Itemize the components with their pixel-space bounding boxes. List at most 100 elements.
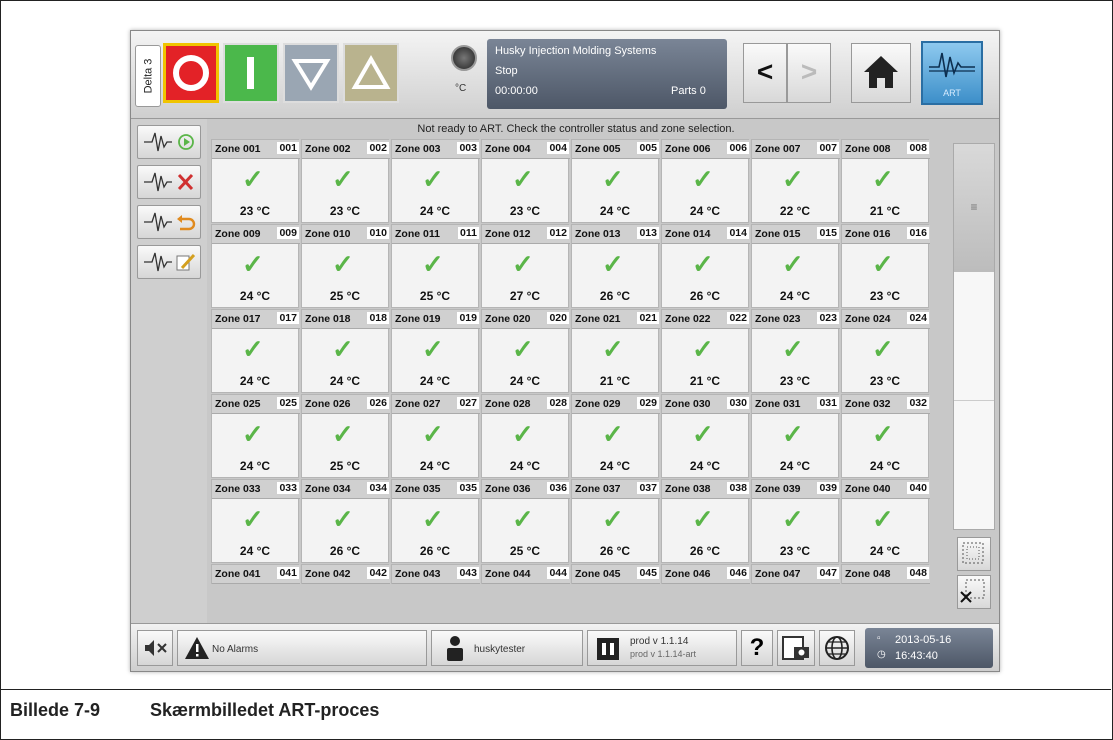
art-button[interactable]: ART <box>921 41 983 105</box>
raise-button[interactable] <box>343 43 399 103</box>
checkmark-icon: ✓ <box>872 164 894 194</box>
zone-header: Zone 024 024 <box>842 310 930 329</box>
zone-number: 014 <box>727 227 749 239</box>
zone-header: Zone 041 041 <box>212 565 300 584</box>
zone-tile[interactable]: Zone 033 033 ✓ 24 °C <box>211 479 300 563</box>
help-icon: ? <box>749 634 765 661</box>
edit-art-button[interactable] <box>137 245 201 279</box>
back-button[interactable]: < <box>743 43 787 103</box>
zone-name: Zone 021 <box>575 313 621 325</box>
zone-header: Zone 001 001 <box>212 140 300 159</box>
zone-header: Zone 009 009 <box>212 225 300 244</box>
zone-tile[interactable]: Zone 021 021 ✓ 21 °C <box>571 309 660 393</box>
zone-tile[interactable]: Zone 010 010 ✓ 25 °C <box>301 224 390 308</box>
alarms-button[interactable]: No Alarms <box>177 630 427 666</box>
user-button[interactable]: huskytester <box>431 630 583 666</box>
zone-tile[interactable]: Zone 038 038 ✓ 26 °C <box>661 479 750 563</box>
zone-tile[interactable]: Zone 046 046 <box>661 564 750 584</box>
clear-selection-button[interactable] <box>957 575 991 609</box>
undo-art-button[interactable] <box>137 205 201 239</box>
delta-tab[interactable]: Delta 3 <box>135 45 161 107</box>
forward-button[interactable]: > <box>787 43 831 103</box>
checkmark-icon: ✓ <box>872 419 894 449</box>
zone-tile[interactable]: Zone 029 029 ✓ 24 °C <box>571 394 660 478</box>
zone-tile[interactable]: Zone 035 035 ✓ 26 °C <box>391 479 480 563</box>
zone-name: Zone 036 <box>485 483 531 495</box>
zone-number: 007 <box>817 142 839 154</box>
zone-tile[interactable]: Zone 020 020 ✓ 24 °C <box>481 309 570 393</box>
zone-name: Zone 003 <box>395 143 441 155</box>
stop-button[interactable] <box>163 43 219 103</box>
zone-header: Zone 019 019 <box>392 310 480 329</box>
checkmark-icon: ✓ <box>782 164 804 194</box>
zone-tile[interactable]: Zone 039 039 ✓ 23 °C <box>751 479 840 563</box>
zone-tile[interactable]: Zone 047 047 <box>751 564 840 584</box>
checkmark-icon: ✓ <box>782 419 804 449</box>
zone-tile[interactable]: Zone 027 027 ✓ 24 °C <box>391 394 480 478</box>
zone-tile[interactable]: Zone 014 014 ✓ 26 °C <box>661 224 750 308</box>
zone-tile[interactable]: Zone 015 015 ✓ 24 °C <box>751 224 840 308</box>
help-button[interactable]: ? <box>741 630 773 666</box>
lower-button[interactable] <box>283 43 339 103</box>
zone-scrollbar[interactable]: ≡ <box>953 143 995 530</box>
zone-tile[interactable]: Zone 044 044 <box>481 564 570 584</box>
scrollbar-thumb[interactable]: ≡ <box>954 144 994 272</box>
zone-tile[interactable]: Zone 018 018 ✓ 24 °C <box>301 309 390 393</box>
zone-tile[interactable]: Zone 031 031 ✓ 24 °C <box>751 394 840 478</box>
version-button[interactable]: prod v 1.1.14 prod v 1.1.14-art <box>587 630 737 666</box>
zone-tile[interactable]: Zone 003 003 ✓ 24 °C <box>391 139 480 223</box>
zone-tile[interactable]: Zone 026 026 ✓ 25 °C <box>301 394 390 478</box>
zone-header: Zone 031 031 <box>752 395 840 414</box>
zone-tile[interactable]: Zone 042 042 <box>301 564 390 584</box>
zone-tile[interactable]: Zone 048 048 <box>841 564 930 584</box>
zone-tile[interactable]: Zone 004 004 ✓ 23 °C <box>481 139 570 223</box>
zone-tile[interactable]: Zone 005 005 ✓ 24 °C <box>571 139 660 223</box>
zone-header: Zone 002 002 <box>302 140 390 159</box>
zone-tile[interactable]: Zone 011 011 ✓ 25 °C <box>391 224 480 308</box>
zone-tile[interactable]: Zone 045 045 <box>571 564 660 584</box>
zone-tile[interactable]: Zone 006 006 ✓ 24 °C <box>661 139 750 223</box>
select-all-button[interactable] <box>957 537 991 571</box>
hmi-screen: Delta 3 °C Husky Injection Molding Syste… <box>130 30 1000 672</box>
zone-header: Zone 030 030 <box>662 395 750 414</box>
zone-tile[interactable]: Zone 024 024 ✓ 23 °C <box>841 309 930 393</box>
zone-tile[interactable]: Zone 012 012 ✓ 27 °C <box>481 224 570 308</box>
start-art-button[interactable] <box>137 125 201 159</box>
zone-tile[interactable]: Zone 016 016 ✓ 23 °C <box>841 224 930 308</box>
stop-art-button[interactable] <box>137 165 201 199</box>
zone-temperature: 25 °C <box>329 459 361 473</box>
zone-tile[interactable]: Zone 023 023 ✓ 23 °C <box>751 309 840 393</box>
zone-tile[interactable]: Zone 025 025 ✓ 24 °C <box>211 394 300 478</box>
zone-header: Zone 008 008 <box>842 140 930 159</box>
zone-tile[interactable]: Zone 022 022 ✓ 21 °C <box>661 309 750 393</box>
zone-tile[interactable]: Zone 043 043 <box>391 564 480 584</box>
zone-tile[interactable]: Zone 001 001 ✓ 23 °C <box>211 139 300 223</box>
zone-tile[interactable]: Zone 040 040 ✓ 24 °C <box>841 479 930 563</box>
zone-tile[interactable]: Zone 002 002 ✓ 23 °C <box>301 139 390 223</box>
zone-tile[interactable]: Zone 037 037 ✓ 26 °C <box>571 479 660 563</box>
zone-tile[interactable]: Zone 032 032 ✓ 24 °C <box>841 394 930 478</box>
zone-tile[interactable]: Zone 007 007 ✓ 22 °C <box>751 139 840 223</box>
zone-tile[interactable]: Zone 030 030 ✓ 24 °C <box>661 394 750 478</box>
zone-temperature: 26 °C <box>689 544 721 558</box>
globe-icon <box>825 636 849 660</box>
zone-tile[interactable]: Zone 041 041 <box>211 564 300 584</box>
zone-name: Zone 045 <box>575 568 621 580</box>
home-button[interactable] <box>851 43 911 103</box>
screenshot-button[interactable] <box>777 630 815 666</box>
zone-tile[interactable]: Zone 017 017 ✓ 24 °C <box>211 309 300 393</box>
checkmark-icon: ✓ <box>512 334 534 364</box>
zone-tile[interactable]: Zone 036 036 ✓ 25 °C <box>481 479 570 563</box>
zone-tile[interactable]: Zone 013 013 ✓ 26 °C <box>571 224 660 308</box>
run-button[interactable] <box>223 43 279 103</box>
language-button[interactable] <box>819 630 855 666</box>
zone-tile[interactable]: Zone 008 008 ✓ 21 °C <box>841 139 930 223</box>
zone-tile[interactable]: Zone 009 009 ✓ 24 °C <box>211 224 300 308</box>
zone-temperature: 26 °C <box>329 544 361 558</box>
zone-tile[interactable]: Zone 028 028 ✓ 24 °C <box>481 394 570 478</box>
checkmark-icon: ✓ <box>242 504 264 534</box>
zone-tile[interactable]: Zone 034 034 ✓ 26 °C <box>301 479 390 563</box>
machine-state: Stop <box>495 65 518 77</box>
zone-tile[interactable]: Zone 019 019 ✓ 24 °C <box>391 309 480 393</box>
mute-button[interactable] <box>137 630 173 666</box>
